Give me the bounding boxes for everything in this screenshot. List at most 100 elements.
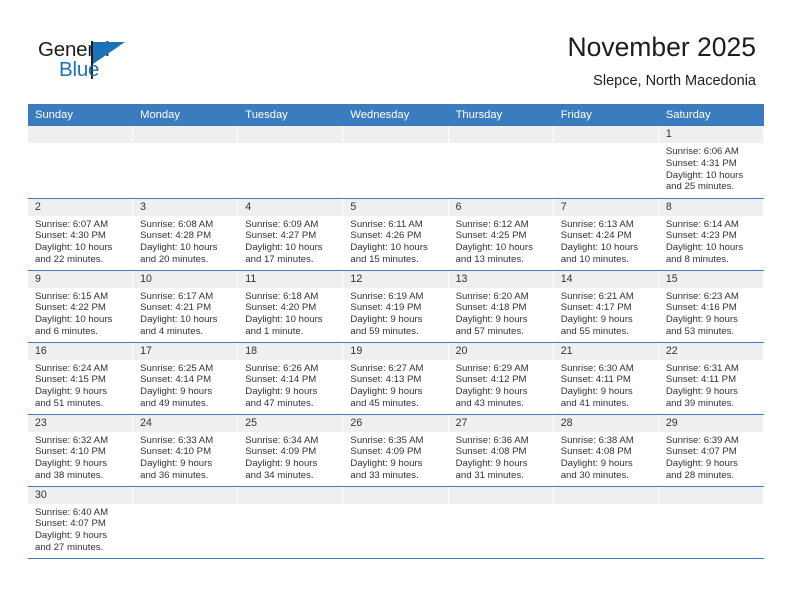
daylight-text: Daylight: 10 hours [455, 242, 533, 254]
calendar-day-cell[interactable]: 8 Sunrise: 6:14 AM Sunset: 4:23 PM Daylight… [658, 198, 764, 271]
sunset-text: Sunset: 4:31 PM [665, 157, 737, 169]
daylight-text: and 13 minutes. [455, 253, 524, 265]
sunset-text: Sunset: 4:09 PM [350, 446, 422, 458]
daylight-text: Daylight: 9 hours [350, 458, 423, 470]
calendar-day-cell[interactable]: 13 Sunrise: 6:20 AM Sunset: 4:18 PM Dayligh… [448, 270, 554, 343]
calendar-week-row: 23 Sunrise: 6:32 AM Sunset: 4:10 PM Dayligh… [28, 414, 764, 487]
sunset-text: Sunset: 4:23 PM [665, 230, 737, 242]
day-cell-inner [133, 126, 239, 198]
calendar-week-row: 16 Sunrise: 6:24 AM Sunset: 4:15 PM Dayligh… [28, 342, 764, 415]
daylight-text: and 22 minutes. [35, 253, 104, 265]
calendar-day-cell[interactable]: 26 Sunrise: 6:35 AM Sunset: 4:09 PM Dayligh… [343, 414, 449, 487]
calendar-day-cell[interactable]: 12 Sunrise: 6:19 AM Sunset: 4:19 PM Dayligh… [343, 270, 449, 343]
sunrise-text: Sunrise: 6:11 AM [350, 218, 423, 230]
day-cell-inner: 4 Sunrise: 6:09 AM Sunset: 4:27 PM Daylight… [238, 198, 344, 270]
calendar-day-cell[interactable]: 19 Sunrise: 6:27 AM Sunset: 4:13 PM Dayligh… [343, 342, 449, 415]
sunrise-text: Sunrise: 6:24 AM [35, 362, 109, 374]
sunset-text: Sunset: 4:24 PM [560, 230, 632, 242]
calendar-day-cell[interactable]: 30 Sunrise: 6:40 AM Sunset: 4:07 PM Dayligh… [28, 486, 134, 559]
day-details: Sunrise: 6:13 AM Sunset: 4:24 PM Daylight:… [554, 216, 659, 266]
day-number [133, 486, 239, 504]
calendar-day-cell[interactable]: 3 Sunrise: 6:08 AM Sunset: 4:28 PM Daylight… [133, 198, 239, 271]
sunrise-text: Sunrise: 6:08 AM [140, 218, 214, 230]
day-cell-inner: 24 Sunrise: 6:33 AM Sunset: 4:10 PM Dayligh… [133, 414, 239, 486]
calendar-day-cell[interactable]: 27 Sunrise: 6:36 AM Sunset: 4:08 PM Dayligh… [448, 414, 554, 487]
calendar-day-cell[interactable]: 1 Sunrise: 6:06 AM Sunset: 4:31 PM Daylight… [658, 126, 764, 199]
sunset-text: Sunset: 4:08 PM [560, 446, 632, 458]
calendar-day-cell[interactable]: 28 Sunrise: 6:38 AM Sunset: 4:08 PM Dayligh… [553, 414, 659, 487]
day-number: 27 [448, 414, 554, 432]
calendar-day-cell[interactable]: 24 Sunrise: 6:33 AM Sunset: 4:10 PM Dayligh… [133, 414, 239, 487]
calendar-day-cell[interactable]: 29 Sunrise: 6:39 AM Sunset: 4:07 PM Dayligh… [658, 414, 764, 487]
day-cell-inner: 20 Sunrise: 6:29 AM Sunset: 4:12 PM Dayligh… [448, 342, 554, 414]
calendar-day-cell[interactable]: 22 Sunrise: 6:31 AM Sunset: 4:11 PM Dayligh… [658, 342, 764, 415]
day-details: Sunrise: 6:18 AM Sunset: 4:20 PM Daylight:… [238, 288, 343, 338]
calendar-day-cell[interactable]: 18 Sunrise: 6:26 AM Sunset: 4:14 PM Dayligh… [238, 342, 344, 415]
day-number: 30 [28, 486, 134, 504]
day-cell-inner [658, 486, 764, 558]
calendar-day-cell[interactable]: 9 Sunrise: 6:15 AM Sunset: 4:22 PM Daylight… [28, 270, 134, 343]
calendar-day-cell[interactable]: 17 Sunrise: 6:25 AM Sunset: 4:14 PM Dayligh… [133, 342, 239, 415]
day-cell-inner: 28 Sunrise: 6:38 AM Sunset: 4:08 PM Dayligh… [553, 414, 659, 486]
day-cell-inner: 22 Sunrise: 6:31 AM Sunset: 4:11 PM Dayligh… [658, 342, 764, 414]
sunset-text: Sunset: 4:13 PM [350, 374, 422, 386]
daylight-text: and 47 minutes. [245, 397, 314, 409]
calendar-day-cell[interactable]: 6 Sunrise: 6:12 AM Sunset: 4:25 PM Daylight… [448, 198, 554, 271]
daylight-text: and 25 minutes. [665, 181, 735, 193]
day-details [554, 504, 659, 507]
day-number: 3 [133, 198, 239, 216]
day-cell-inner: 6 Sunrise: 6:12 AM Sunset: 4:25 PM Daylight… [448, 198, 554, 270]
day-number: 21 [553, 342, 659, 360]
sunset-text: Sunset: 4:09 PM [245, 446, 317, 458]
day-number [448, 486, 554, 504]
calendar-week-row: 30 Sunrise: 6:40 AM Sunset: 4:07 PM Dayligh… [28, 486, 764, 559]
sunrise-text: Sunrise: 6:39 AM [665, 434, 739, 446]
daylight-text: and 34 minutes. [245, 469, 314, 481]
sunset-text: Sunset: 4:08 PM [455, 446, 527, 458]
sunset-text: Sunset: 4:16 PM [665, 302, 737, 314]
calendar-day-cell[interactable]: 23 Sunrise: 6:32 AM Sunset: 4:10 PM Dayligh… [28, 414, 134, 487]
location-subtitle: Slepce, North Macedonia [593, 73, 756, 89]
day-cell-inner: 19 Sunrise: 6:27 AM Sunset: 4:13 PM Dayligh… [343, 342, 449, 414]
daylight-text: and 39 minutes. [665, 397, 735, 409]
daylight-text: and 1 minute. [245, 325, 304, 337]
sunrise-text: Sunrise: 6:18 AM [245, 290, 319, 302]
calendar-day-cell[interactable]: 4 Sunrise: 6:09 AM Sunset: 4:27 PM Daylight… [238, 198, 344, 271]
day-number: 18 [238, 342, 344, 360]
calendar-day-cell[interactable]: 16 Sunrise: 6:24 AM Sunset: 4:15 PM Dayligh… [28, 342, 134, 415]
calendar-day-cell[interactable]: 5 Sunrise: 6:11 AM Sunset: 4:26 PM Daylight… [343, 198, 449, 271]
calendar-day-cell[interactable]: 10 Sunrise: 6:17 AM Sunset: 4:21 PM Dayligh… [133, 270, 239, 343]
day-cell-inner: 8 Sunrise: 6:14 AM Sunset: 4:23 PM Daylight… [658, 198, 764, 270]
day-cell-inner: 1 Sunrise: 6:06 AM Sunset: 4:31 PM Daylight… [658, 126, 764, 198]
calendar-week-row: 9 Sunrise: 6:15 AM Sunset: 4:22 PM Daylight… [28, 270, 764, 343]
daylight-text: Daylight: 9 hours [455, 386, 528, 398]
daylight-text: Daylight: 10 hours [140, 314, 218, 326]
day-number [448, 126, 554, 143]
calendar-day-cell-empty [238, 486, 344, 559]
sunset-text: Sunset: 4:19 PM [350, 302, 422, 314]
sunrise-text: Sunrise: 6:06 AM [665, 146, 739, 157]
weekday-header-row: Sunday Monday Tuesday Wednesday Thursday… [28, 104, 764, 126]
calendar-day-cell[interactable]: 11 Sunrise: 6:18 AM Sunset: 4:20 PM Dayligh… [238, 270, 344, 343]
day-details: Sunrise: 6:29 AM Sunset: 4:12 PM Daylight:… [449, 360, 554, 410]
sunset-text: Sunset: 4:11 PM [560, 374, 631, 386]
daylight-text: Daylight: 10 hours [350, 242, 428, 254]
day-details: Sunrise: 6:08 AM Sunset: 4:28 PM Daylight:… [133, 216, 238, 266]
calendar-day-cell[interactable]: 15 Sunrise: 6:23 AM Sunset: 4:16 PM Dayligh… [658, 270, 764, 343]
daylight-text: and 41 minutes. [560, 397, 629, 409]
day-number: 10 [133, 270, 239, 288]
calendar-day-cell[interactable]: 2 Sunrise: 6:07 AM Sunset: 4:30 PM Daylight… [28, 198, 134, 271]
calendar-day-cell[interactable]: 7 Sunrise: 6:13 AM Sunset: 4:24 PM Daylight… [553, 198, 659, 271]
daylight-text: Daylight: 9 hours [140, 386, 213, 398]
sunset-text: Sunset: 4:07 PM [35, 518, 106, 530]
day-number: 2 [28, 198, 134, 216]
calendar-day-cell[interactable]: 25 Sunrise: 6:34 AM Sunset: 4:09 PM Dayligh… [238, 414, 344, 487]
daylight-text: Daylight: 9 hours [560, 386, 633, 398]
weekday-header-tuesday: Tuesday [238, 104, 344, 126]
daylight-text: and 30 minutes. [560, 469, 629, 481]
calendar-day-cell[interactable]: 21 Sunrise: 6:30 AM Sunset: 4:11 PM Dayligh… [553, 342, 659, 415]
calendar-day-cell[interactable]: 20 Sunrise: 6:29 AM Sunset: 4:12 PM Dayligh… [448, 342, 554, 415]
sunset-text: Sunset: 4:12 PM [455, 374, 527, 386]
calendar-day-cell[interactable]: 14 Sunrise: 6:21 AM Sunset: 4:17 PM Dayligh… [553, 270, 659, 343]
day-details: Sunrise: 6:09 AM Sunset: 4:27 PM Daylight:… [238, 216, 343, 266]
